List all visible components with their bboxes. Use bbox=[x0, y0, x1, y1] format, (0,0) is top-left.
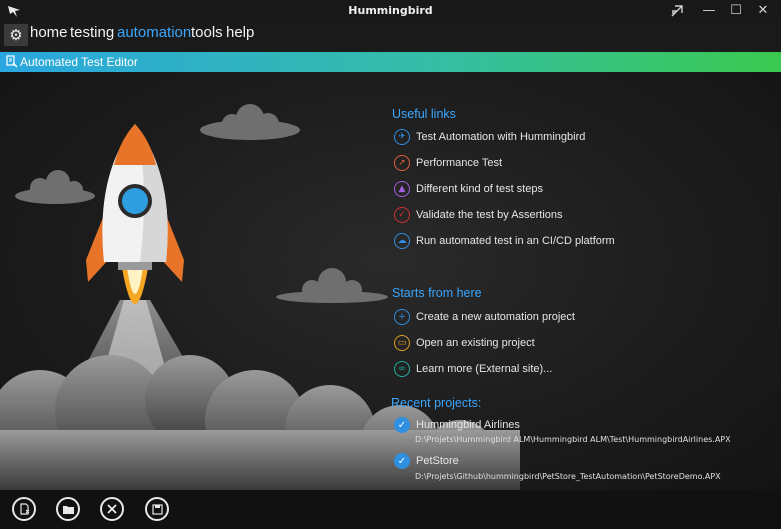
save-icon bbox=[151, 503, 163, 515]
menu-automation[interactable]: automation bbox=[117, 24, 191, 41]
recent-project-path: D:\Projets\Hummingbird ALM\Hummingbird A… bbox=[415, 435, 731, 444]
new-file-icon: + bbox=[394, 309, 410, 325]
gear-icon: ⚙ bbox=[9, 26, 23, 44]
open-project-link[interactable]: ▭ Open an existing project bbox=[394, 333, 535, 353]
useful-links-title: Useful links bbox=[392, 107, 456, 121]
settings-button[interactable]: ⚙ bbox=[4, 24, 28, 46]
menu-bar: ⚙ home testing automation tools help bbox=[0, 22, 781, 50]
cloud-icon: ☁ bbox=[394, 233, 410, 249]
save-project-button[interactable] bbox=[145, 497, 169, 521]
menu-home[interactable]: home bbox=[30, 24, 68, 41]
minimize-button[interactable]: — bbox=[698, 2, 720, 20]
recent-projects-title: Recent projects: bbox=[391, 396, 482, 410]
checkmark-icon: ✓ bbox=[394, 453, 410, 469]
link-assertions[interactable]: ✓ Validate the test by Assertions bbox=[394, 205, 563, 225]
menu-testing[interactable]: testing bbox=[70, 24, 114, 41]
starts-title: Starts from here bbox=[392, 286, 482, 300]
link-performance-test[interactable]: ➚ Performance Test bbox=[394, 153, 502, 173]
bottom-toolbar bbox=[0, 490, 781, 529]
new-project-button[interactable] bbox=[12, 497, 36, 521]
link-icon: ∞ bbox=[394, 361, 410, 377]
learn-more-link[interactable]: ∞ Learn more (External site)... bbox=[394, 359, 552, 379]
close-window-button[interactable]: ✕ bbox=[752, 2, 774, 20]
recent-project-item[interactable]: ✓ PetStore bbox=[394, 451, 459, 471]
maximize-button[interactable]: ☐ bbox=[725, 2, 747, 20]
menu-help[interactable]: help bbox=[226, 24, 254, 41]
link-test-steps[interactable]: ▲ Different kind of test steps bbox=[394, 179, 543, 199]
link-test-automation[interactable]: ✈ Test Automation with Hummingbird bbox=[394, 127, 585, 147]
flask-icon: ▲ bbox=[394, 181, 410, 197]
bird-icon: ✈ bbox=[394, 129, 410, 145]
title-bar: Hummingbird — ☐ ✕ bbox=[0, 0, 781, 23]
create-project-link[interactable]: + Create a new automation project bbox=[394, 307, 575, 327]
editor-header: Automated Test Editor bbox=[0, 52, 781, 72]
new-project-icon bbox=[20, 503, 30, 515]
rocket-icon: ➚ bbox=[394, 155, 410, 171]
rocket-illustration bbox=[0, 104, 520, 490]
close-project-button[interactable] bbox=[100, 497, 124, 521]
checkmark-icon: ✓ bbox=[394, 417, 410, 433]
check-icon: ✓ bbox=[394, 207, 410, 223]
start-page: Useful links ✈ Test Automation with Humm… bbox=[0, 72, 781, 490]
link-ci-cd[interactable]: ☁ Run automated test in an CI/CD platfor… bbox=[394, 231, 615, 251]
open-folder-icon bbox=[62, 505, 74, 514]
recent-project-path: D:\Projets\Github\hummingbird\PetStore_T… bbox=[415, 472, 721, 481]
close-icon bbox=[107, 504, 117, 514]
menu-tools[interactable]: tools bbox=[191, 24, 223, 41]
recent-project-item[interactable]: ✓ Hummingbird Airlines bbox=[394, 415, 520, 435]
open-project-button[interactable] bbox=[56, 497, 80, 521]
feedback-icon[interactable] bbox=[670, 4, 684, 18]
window-title: Hummingbird bbox=[348, 4, 433, 17]
editor-title: Automated Test Editor bbox=[20, 55, 138, 69]
cloud-shape bbox=[15, 104, 388, 303]
editor-icon bbox=[6, 55, 18, 68]
folder-icon: ▭ bbox=[394, 335, 410, 351]
